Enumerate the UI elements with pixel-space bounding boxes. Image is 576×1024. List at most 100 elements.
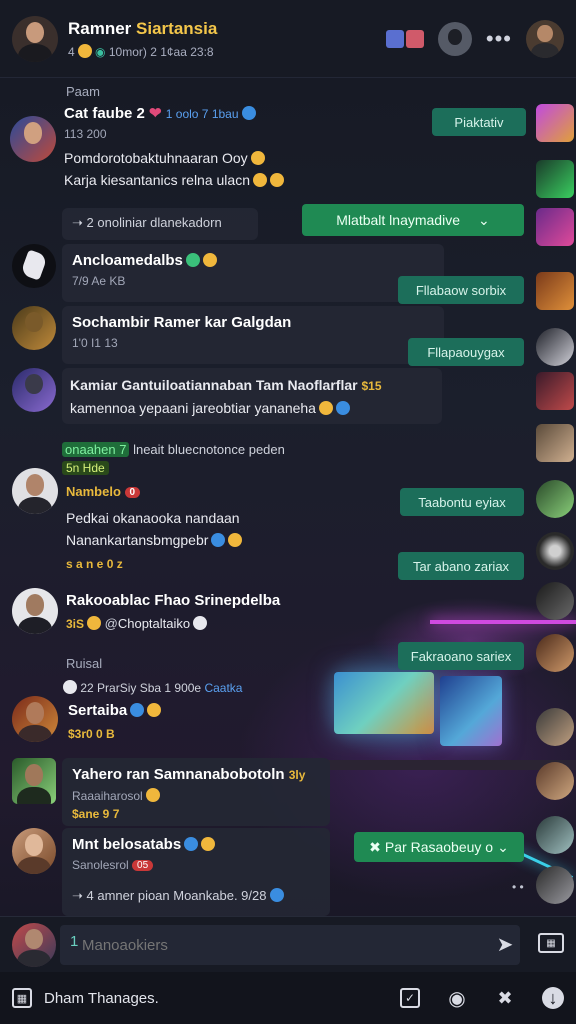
message-line: Nanankartansbmgpebr [66,529,243,551]
thread-reply[interactable]: ➝ 4 amner pioan Moankabe. 9/28 [72,888,320,904]
rail-avatar[interactable] [536,272,574,310]
user-avatar[interactable] [10,116,56,162]
smile-icon [202,253,217,267]
message-text: $ane 9 7 [72,807,120,821]
section-label: Ruisal [66,656,103,671]
highlight-pill[interactable]: Mlatbalt lnaymadive ⌄ [302,204,524,236]
chevron-down-icon: ⌄ [478,211,490,228]
user-avatar[interactable] [12,758,56,804]
verified-icon [241,106,256,120]
message-author[interactable]: Kamiar Gantuiloatiannaban Tam Naoflarfla… [70,374,434,397]
bottom-label: Dham Thanages. [44,989,159,1007]
game-tiles-icon[interactable] [385,29,424,48]
header-avatar[interactable] [12,15,58,62]
author-name: Ancloamedalbs [72,252,183,269]
reply-label: 22 PrarSiy Sba 1 900e [80,681,202,695]
rail-avatar[interactable] [536,816,574,854]
smile-icon [147,703,162,717]
send-icon[interactable]: ➤ [494,933,516,956]
smile-icon [77,43,92,58]
message: Rakooablac Fhao Srinepdelba 3iS @Choptal… [66,592,280,635]
rail-avatar[interactable] [536,532,574,570]
message-meta: $3r0 0 B [68,727,115,741]
header-text: Ramner Siartansia 4 ◉ 10mor) 2 1¢aa 23:8 [68,19,386,59]
message-meta: 3iS [66,617,85,631]
smile-icon [250,151,265,165]
channel-subtitle: 4 ◉ 10mor) 2 1¢aa 23:8 [68,43,386,59]
message-input[interactable] [60,925,520,965]
message-author[interactable]: Yahero ran Samnanabobotoln 3ly [72,766,320,783]
highlight-pill[interactable]: ✖ Par Rasaobeuy o ⌄ [354,832,524,862]
reply-link[interactable]: Caatka [204,681,242,695]
alert-icon[interactable]: ↓ [542,987,564,1009]
monitor-left [334,672,434,734]
reaction-pill[interactable]: Piaktativ [432,108,526,136]
message-author[interactable]: Nambelo 0 [66,484,242,499]
thread-summary[interactable]: onaahen 7 lneait bluecnotonce peden 5n H… [62,442,342,475]
status-orb-icon[interactable] [437,21,472,56]
reaction-pill[interactable]: Fllabaow sorbix [398,276,524,304]
checkbox-icon[interactable]: ✓ [400,988,420,1008]
rail-avatar[interactable] [536,634,574,672]
user-avatar[interactable] [12,306,56,350]
bot-avatar[interactable] [12,244,56,288]
reaction-pill[interactable]: Fakraoano sariex [398,642,524,670]
rail-avatar[interactable] [536,708,574,746]
message-meta-line: Raaaiharosol [72,788,320,803]
rail-avatar[interactable] [536,208,574,246]
message: Sertaiba $3r0 0 B [68,702,162,741]
profile-avatar[interactable] [526,19,564,58]
at-icon: @ [104,616,118,631]
smile-icon [318,401,333,415]
channel-status: 10mor) 2 1¢aa 23:8 [108,44,214,59]
rail-avatar[interactable] [536,104,574,142]
rail-avatar[interactable] [536,866,574,904]
reaction-pill[interactable]: Fllapaouygax [408,338,524,366]
thread-sub-tag: 5n Hde [62,461,109,475]
smile-icon [145,788,160,802]
rail-avatar[interactable] [536,328,574,366]
author-name: Cat faube 2 [64,105,145,122]
rail-avatar[interactable] [536,160,574,198]
message-author[interactable]: Rakooablac Fhao Srinepdelba [66,592,280,609]
message-author[interactable]: Sochambir Ramer kar Galgdan [72,314,434,331]
message-card: Mnt belosatabs Sanolesrol 05 ➝ 4 amner p… [62,828,330,916]
book-icon[interactable]: ▦ [538,933,564,953]
rail-avatar[interactable] [536,372,574,410]
rail-avatar[interactable] [536,480,574,518]
user-avatar[interactable] [12,696,58,742]
message-author[interactable]: Ancloamedalbs [72,252,434,269]
message-author[interactable]: Sertaiba [68,702,162,719]
thread-reply[interactable]: ➝ 2 onoliniar dlanekadorn [62,208,258,240]
user-avatar[interactable] [12,588,58,634]
gamepad-icon[interactable]: ✖ [494,987,516,1009]
self-avatar[interactable] [12,923,56,967]
user-avatar[interactable] [12,468,58,514]
thread-reply[interactable]: 22 PrarSiy Sba 1 900e Caatka [60,680,242,695]
message-card: Yahero ran Samnanabobotoln 3ly Raaaiharo… [62,758,330,826]
badge-icon [130,703,145,717]
user-avatar[interactable] [12,368,56,412]
author-badge: $15 [361,379,382,393]
message-card: Ancloamedalbs 7/9 Ae KB [62,244,444,302]
grid-icon[interactable]: ▦ [12,988,32,1008]
rail-avatar[interactable] [536,582,574,620]
message-line: Pomdorotobaktuhnaaran Ooy [64,147,284,169]
info-icon [211,533,226,547]
message-author[interactable]: Cat faube 2 ❤ 1 oolo 7 1bau [64,104,284,122]
camera-icon[interactable]: ◉ [446,987,468,1010]
message: Cat faube 2 ❤ 1 oolo 7 1bau 113 200 Pomd… [64,104,284,191]
user-avatar[interactable] [12,828,56,874]
desk [300,760,576,770]
message-author[interactable]: Mnt belosatabs [72,836,320,853]
author-tag: 0 [124,487,141,498]
reaction-pill[interactable]: Tar abano zariax [398,552,524,580]
link-icon [269,888,284,902]
reaction-pill[interactable]: Taabontu eyiax [400,488,524,516]
message-text: Pedkai okanaooka nandaan [66,510,240,526]
rail-avatar[interactable] [536,424,574,462]
rail-avatar[interactable] [536,762,574,800]
info-icon [335,401,350,415]
channel-title: Ramner Siartansia [68,19,386,39]
more-options-icon[interactable]: ••• [486,26,512,52]
